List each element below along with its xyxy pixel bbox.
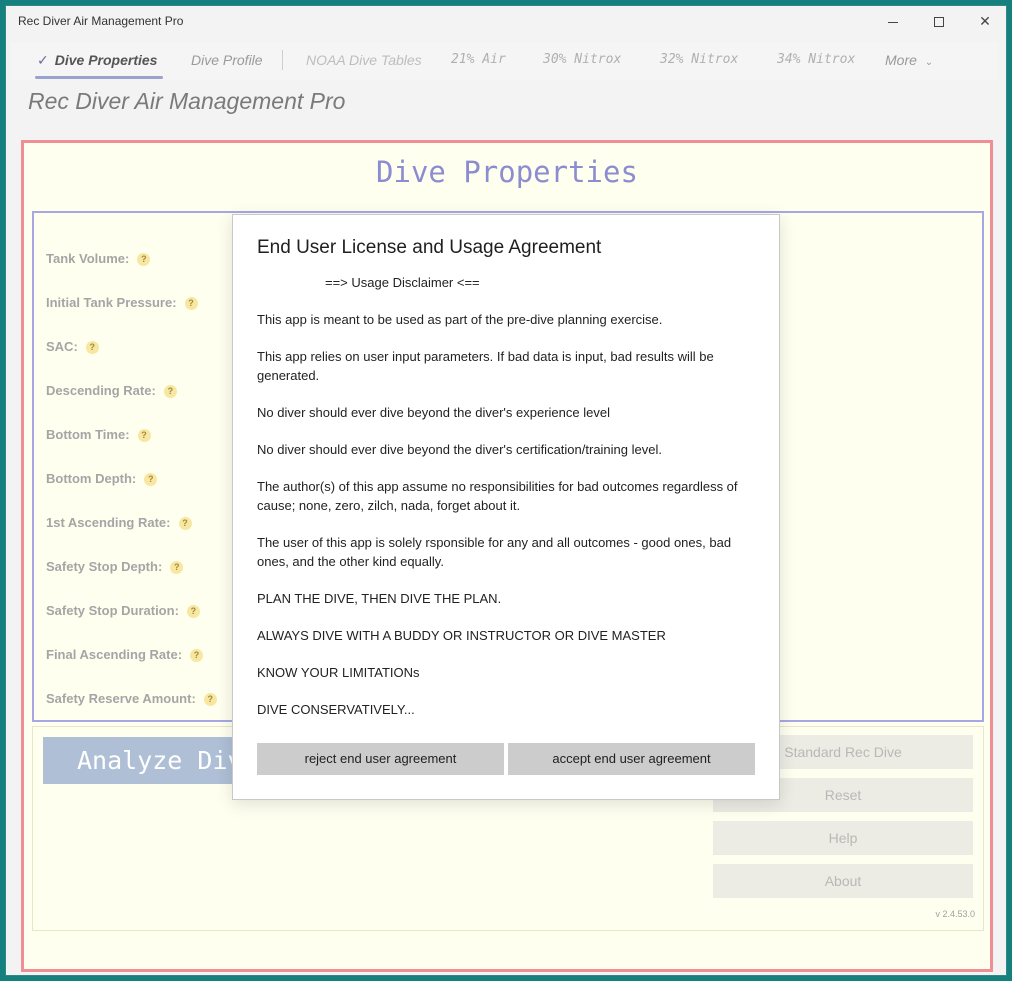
check-icon: ✓ (37, 52, 49, 68)
help-icon[interactable]: ? (190, 649, 204, 663)
help-icon[interactable]: ? (203, 693, 217, 707)
eula-paragraph: DIVE CONSERVATIVELY... (257, 702, 415, 717)
help-button[interactable]: Help (713, 821, 973, 855)
tab-label: Dive Profile (191, 52, 263, 68)
eula-paragraph: This app is meant to be used as part of … (257, 312, 663, 327)
field-descending-rate: Descending Rate:? (46, 383, 177, 399)
chevron-down-icon: ⌄ (924, 57, 934, 68)
eula-paragraph: No diver should ever dive beyond the div… (257, 442, 662, 457)
eula-paragraph: This app relies on user input parameters… (257, 349, 714, 383)
eula-dialog: End User License and Usage Agreement ==>… (232, 214, 780, 800)
accept-agreement-button[interactable]: accept end user agreement (508, 743, 755, 775)
reject-agreement-button[interactable]: reject end user agreement (257, 743, 504, 775)
help-icon[interactable]: ? (186, 605, 200, 619)
tab-label: 30% Nitrox (543, 52, 622, 67)
help-icon[interactable]: ? (137, 429, 151, 443)
close-button[interactable]: ✕ (962, 6, 1008, 36)
close-icon: ✕ (979, 13, 991, 29)
tab-label: 32% Nitrox (660, 52, 739, 67)
active-tab-indicator (35, 76, 163, 79)
tab-more[interactable]: More ⌄ (885, 42, 933, 80)
tab-label: 34% Nitrox (777, 52, 856, 67)
tab-34-nitrox[interactable]: 34% Nitrox (777, 42, 855, 80)
eula-paragraph: PLAN THE DIVE, THEN DIVE THE PLAN. (257, 591, 502, 606)
tab-label: 21% Air (451, 52, 506, 67)
field-bottom-time: Bottom Time:? (46, 427, 151, 443)
tab-32-nitrox[interactable]: 32% Nitrox (660, 42, 738, 80)
help-icon[interactable]: ? (137, 253, 151, 267)
tab-bar: ✓ Dive Properties Dive Profile NOAA Dive … (11, 42, 998, 80)
tab-noaa-dive-tables[interactable]: NOAA Dive Tables (306, 42, 422, 80)
tab-dive-properties[interactable]: ✓ Dive Properties (37, 42, 157, 80)
eula-paragraph: KNOW YOUR LIMITATIONs (257, 665, 420, 680)
analyze-dive-button[interactable]: Analyze Dive (43, 737, 255, 784)
minimize-icon (888, 21, 898, 23)
field-sac: SAC:? (46, 339, 99, 355)
help-icon[interactable]: ? (184, 297, 198, 311)
field-1st-ascending-rate: 1st Ascending Rate:? (46, 515, 192, 531)
tab-divider (282, 50, 283, 70)
field-bottom-depth: Bottom Depth:? (46, 471, 158, 487)
tab-label: NOAA Dive Tables (306, 52, 422, 68)
app-title: Rec Diver Air Management Pro (28, 88, 346, 114)
help-icon[interactable]: ? (178, 517, 192, 531)
eula-paragraph: The user of this app is solely rsponsibl… (257, 535, 732, 569)
help-icon[interactable]: ? (170, 561, 184, 575)
field-safety-stop-depth: Safety Stop Depth:? (46, 559, 184, 575)
help-icon[interactable]: ? (144, 473, 158, 487)
tab-30-nitrox[interactable]: 30% Nitrox (543, 42, 621, 80)
eula-paragraph: ALWAYS DIVE WITH A BUDDY OR INSTRUCTOR O… (257, 628, 666, 643)
help-icon[interactable]: ? (85, 341, 99, 355)
maximize-button[interactable] (916, 6, 962, 36)
minimize-button[interactable] (870, 6, 916, 36)
about-button[interactable]: About (713, 864, 973, 898)
section-title: Dive Properties (376, 155, 638, 189)
tab-label: More (885, 52, 917, 68)
field-initial-tank-pressure: Initial Tank Pressure:? (46, 295, 198, 311)
window-title: Rec Diver Air Management Pro (18, 14, 184, 28)
eula-paragraph: The author(s) of this app assume no resp… (257, 479, 738, 513)
title-bar[interactable]: Rec Diver Air Management Pro ✕ (6, 6, 1006, 36)
version-label: v 2.4.53.0 (935, 909, 975, 919)
field-tank-volume: Tank Volume:? (46, 251, 151, 267)
eula-paragraph: No diver should ever dive beyond the div… (257, 405, 610, 420)
field-safety-reserve-amount: Safety Reserve Amount:? (46, 691, 217, 707)
dialog-title: End User License and Usage Agreement (257, 237, 602, 258)
help-icon[interactable]: ? (163, 385, 177, 399)
tab-dive-profile[interactable]: Dive Profile (191, 42, 263, 80)
tab-21-air[interactable]: 21% Air (451, 42, 506, 80)
disclaimer-heading: ==> Usage Disclaimer <== (325, 275, 480, 290)
tab-label: Dive Properties (54, 52, 158, 68)
maximize-icon (934, 17, 944, 28)
field-final-ascending-rate: Final Ascending Rate:? (46, 647, 204, 663)
dialog-body: ==> Usage Disclaimer <== This app is mea… (257, 273, 759, 737)
field-safety-stop-duration: Safety Stop Duration:? (46, 603, 200, 619)
